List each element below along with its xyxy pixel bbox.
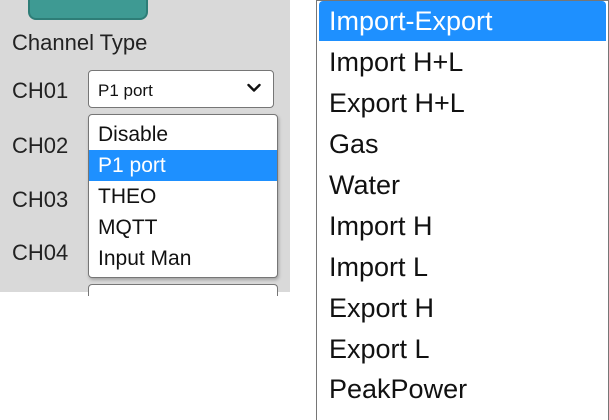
dropdown-option-input-man[interactable]: Input Man xyxy=(89,243,277,274)
next-select-partial[interactable] xyxy=(88,284,278,296)
dropdown-option-disable[interactable]: Disable xyxy=(89,119,277,150)
dropdown-option-import-h[interactable]: Import H xyxy=(319,206,606,246)
select-value: P1 port xyxy=(98,81,153,100)
channel-label-ch02: CH02 xyxy=(12,133,69,158)
dropdown-option-theo[interactable]: THEO xyxy=(89,181,277,212)
dropdown-option-peakpower[interactable]: PeakPower xyxy=(319,369,606,409)
section-title: Channel Type xyxy=(12,30,148,55)
channel-config-panel: Channel Type CH01 CH02 CH03 CH04 P1 port… xyxy=(0,0,290,296)
dropdown-option-export-l[interactable]: Export L xyxy=(319,329,606,369)
dropdown-option-import-l[interactable]: Import L xyxy=(319,247,606,287)
meter-type-dropdown-list: Import-Export Import H+L Export H+L Gas … xyxy=(316,0,609,420)
dropdown-option-export-h[interactable]: Export H xyxy=(319,288,606,328)
dropdown-option-mqtt[interactable]: MQTT xyxy=(89,212,277,243)
chevron-down-icon xyxy=(247,83,261,92)
channel-type-select-ch01[interactable]: P1 port xyxy=(88,70,274,108)
channel-label-ch01: CH01 xyxy=(12,78,69,103)
dropdown-option-export-hl[interactable]: Export H+L xyxy=(319,83,606,123)
dropdown-option-gas[interactable]: Gas xyxy=(319,124,606,164)
screenshot-stage: Channel Type CH01 CH02 CH03 CH04 P1 port… xyxy=(0,0,609,420)
top-action-button[interactable] xyxy=(28,0,148,20)
dropdown-option-p1-port[interactable]: P1 port xyxy=(89,150,277,181)
dropdown-option-import-hl[interactable]: Import H+L xyxy=(319,42,606,82)
channel-label-ch03: CH03 xyxy=(12,187,69,212)
dropdown-option-import-export[interactable]: Import-Export xyxy=(319,1,606,41)
channel-type-dropdown-list: Disable P1 port THEO MQTT Input Man xyxy=(88,114,278,278)
dropdown-option-water[interactable]: Water xyxy=(319,165,606,205)
channel-label-ch04: CH04 xyxy=(12,240,69,265)
